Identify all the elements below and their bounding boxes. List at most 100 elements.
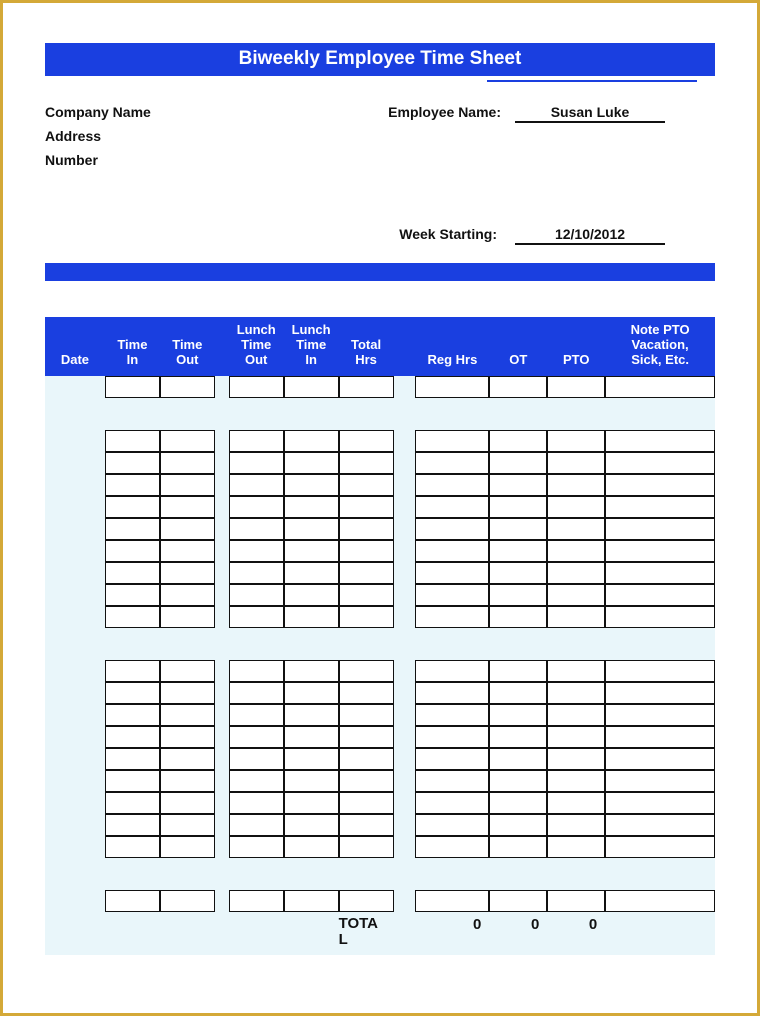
cell-lunch-in[interactable] — [284, 814, 339, 836]
cell-time-out[interactable] — [160, 606, 215, 628]
cell-time-out[interactable] — [160, 376, 215, 398]
cell-pto[interactable] — [547, 518, 605, 540]
cell-time-out[interactable] — [160, 792, 215, 814]
cell-pto[interactable] — [547, 474, 605, 496]
cell-time-out[interactable] — [160, 584, 215, 606]
cell-pto[interactable] — [547, 452, 605, 474]
cell-pto[interactable] — [547, 792, 605, 814]
cell-ot[interactable] — [489, 452, 547, 474]
cell-time-in[interactable] — [105, 660, 160, 682]
cell-total-hrs[interactable] — [339, 474, 394, 496]
cell-time-out[interactable] — [160, 836, 215, 858]
cell-lunch-out[interactable] — [229, 562, 284, 584]
cell-note[interactable] — [605, 496, 715, 518]
cell-lunch-out[interactable] — [229, 452, 284, 474]
cell-note[interactable] — [605, 792, 715, 814]
cell-ot[interactable] — [489, 836, 547, 858]
cell-total-hrs[interactable] — [339, 704, 394, 726]
cell-lunch-out[interactable] — [229, 770, 284, 792]
cell-time-in[interactable] — [105, 496, 160, 518]
cell-total-hrs[interactable] — [339, 376, 394, 398]
cell-time-out[interactable] — [160, 704, 215, 726]
cell-ot[interactable] — [489, 584, 547, 606]
cell-time-in[interactable] — [105, 540, 160, 562]
cell-reg-hrs[interactable] — [415, 562, 489, 584]
cell-lunch-in[interactable] — [284, 474, 339, 496]
cell-total-hrs[interactable] — [339, 770, 394, 792]
cell-ot[interactable] — [489, 376, 547, 398]
cell-lunch-in[interactable] — [284, 452, 339, 474]
cell-reg-hrs[interactable] — [415, 606, 489, 628]
cell-ot[interactable] — [489, 540, 547, 562]
cell-lunch-in[interactable] — [284, 770, 339, 792]
cell-pto[interactable] — [547, 430, 605, 452]
cell-ot[interactable] — [489, 770, 547, 792]
cell-ot[interactable] — [489, 562, 547, 584]
cell-ot[interactable] — [489, 606, 547, 628]
week-starting-value[interactable]: 12/10/2012 — [515, 226, 665, 245]
cell-total-hrs[interactable] — [339, 660, 394, 682]
cell-note[interactable] — [605, 430, 715, 452]
cell-time-out[interactable] — [160, 660, 215, 682]
cell-note[interactable] — [605, 770, 715, 792]
cell-pto[interactable] — [547, 836, 605, 858]
cell-lunch-out[interactable] — [229, 748, 284, 770]
cell-note[interactable] — [605, 890, 715, 912]
cell-time-in[interactable] — [105, 704, 160, 726]
cell-reg-hrs[interactable] — [415, 682, 489, 704]
cell-lunch-in[interactable] — [284, 540, 339, 562]
cell-time-out[interactable] — [160, 748, 215, 770]
cell-time-out[interactable] — [160, 474, 215, 496]
cell-time-in[interactable] — [105, 376, 160, 398]
cell-time-out[interactable] — [160, 890, 215, 912]
cell-reg-hrs[interactable] — [415, 452, 489, 474]
cell-total-hrs[interactable] — [339, 890, 394, 912]
cell-note[interactable] — [605, 836, 715, 858]
cell-lunch-in[interactable] — [284, 792, 339, 814]
cell-pto[interactable] — [547, 682, 605, 704]
cell-note[interactable] — [605, 726, 715, 748]
cell-note[interactable] — [605, 606, 715, 628]
cell-reg-hrs[interactable] — [415, 726, 489, 748]
cell-note[interactable] — [605, 518, 715, 540]
cell-ot[interactable] — [489, 682, 547, 704]
cell-lunch-in[interactable] — [284, 836, 339, 858]
cell-reg-hrs[interactable] — [415, 792, 489, 814]
cell-time-out[interactable] — [160, 496, 215, 518]
cell-reg-hrs[interactable] — [415, 890, 489, 912]
cell-pto[interactable] — [547, 606, 605, 628]
cell-ot[interactable] — [489, 748, 547, 770]
cell-ot[interactable] — [489, 726, 547, 748]
cell-lunch-out[interactable] — [229, 792, 284, 814]
cell-total-hrs[interactable] — [339, 814, 394, 836]
cell-total-hrs[interactable] — [339, 792, 394, 814]
cell-time-in[interactable] — [105, 606, 160, 628]
cell-total-hrs[interactable] — [339, 682, 394, 704]
cell-reg-hrs[interactable] — [415, 660, 489, 682]
cell-total-hrs[interactable] — [339, 496, 394, 518]
cell-time-out[interactable] — [160, 452, 215, 474]
cell-note[interactable] — [605, 814, 715, 836]
cell-lunch-out[interactable] — [229, 814, 284, 836]
cell-total-hrs[interactable] — [339, 836, 394, 858]
cell-note[interactable] — [605, 562, 715, 584]
cell-reg-hrs[interactable] — [415, 748, 489, 770]
cell-time-in[interactable] — [105, 584, 160, 606]
cell-ot[interactable] — [489, 474, 547, 496]
cell-pto[interactable] — [547, 704, 605, 726]
cell-lunch-in[interactable] — [284, 376, 339, 398]
cell-time-in[interactable] — [105, 726, 160, 748]
cell-note[interactable] — [605, 748, 715, 770]
cell-reg-hrs[interactable] — [415, 584, 489, 606]
cell-pto[interactable] — [547, 562, 605, 584]
cell-note[interactable] — [605, 704, 715, 726]
cell-lunch-in[interactable] — [284, 660, 339, 682]
cell-lunch-in[interactable] — [284, 606, 339, 628]
cell-total-hrs[interactable] — [339, 606, 394, 628]
cell-lunch-out[interactable] — [229, 474, 284, 496]
cell-ot[interactable] — [489, 518, 547, 540]
cell-note[interactable] — [605, 584, 715, 606]
cell-time-out[interactable] — [160, 682, 215, 704]
cell-time-in[interactable] — [105, 682, 160, 704]
cell-note[interactable] — [605, 682, 715, 704]
